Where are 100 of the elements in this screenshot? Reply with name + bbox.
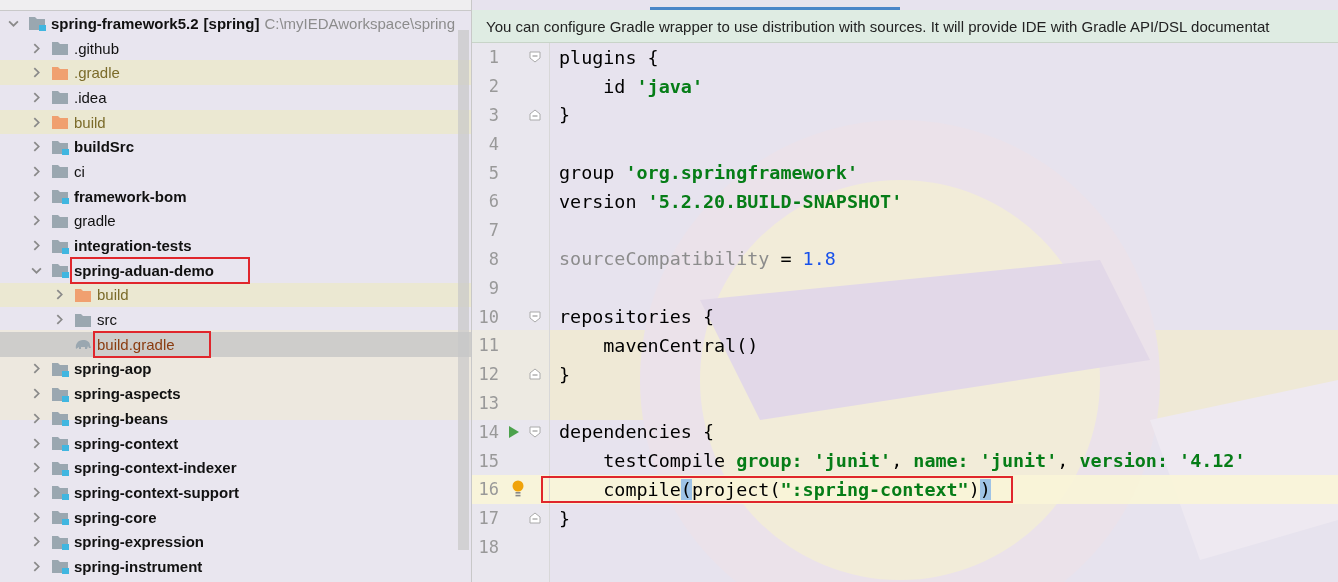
tree-item[interactable]: build.gradle	[0, 331, 471, 357]
scrollbar[interactable]	[458, 30, 469, 550]
item-label: build.gradle	[97, 335, 175, 353]
tree-item[interactable]: spring-context	[0, 430, 471, 456]
tree-item[interactable]: spring-context-support	[0, 480, 471, 505]
item-label: src	[97, 311, 117, 329]
fold-icon[interactable]	[529, 310, 541, 323]
tree-item[interactable]: spring-aduan-demo	[0, 257, 471, 283]
tree-item[interactable]: spring-framework5.2 [spring] C:\myIEDAworkspace\spring	[0, 11, 471, 36]
item-label: spring-aspects	[74, 385, 181, 403]
chevron-right-icon[interactable]	[31, 511, 42, 523]
fold-icon[interactable]	[529, 425, 541, 438]
fold-icon[interactable]	[529, 109, 541, 121]
line-number: 15	[477, 450, 499, 471]
line-number: 1	[487, 47, 499, 68]
module-folder-icon	[51, 262, 69, 279]
tree-item[interactable]: .gradle	[0, 60, 471, 86]
tree-item[interactable]: framework-bom	[0, 183, 471, 209]
module-folder-icon	[51, 484, 69, 501]
run-icon[interactable]	[508, 424, 520, 439]
code-line: version '5.2.20.BUILD-SNAPSHOT'	[559, 190, 903, 212]
item-label: spring-aduan-demo	[74, 261, 214, 279]
chevron-right-icon[interactable]	[31, 91, 42, 103]
line-number: 17	[477, 508, 499, 529]
fold-icon[interactable]	[529, 368, 541, 381]
chevron-right-icon[interactable]	[31, 388, 42, 400]
folder-icon	[51, 64, 69, 81]
item-label: framework-bom	[74, 187, 187, 205]
code-line: testCompile group: 'junit', name: 'junit', version: '4.12'	[602, 450, 1246, 472]
item-label: spring-framework5.2	[51, 14, 199, 32]
chevron-right-icon[interactable]	[31, 165, 42, 177]
line-number: 5	[487, 162, 499, 183]
module-folder-icon	[51, 410, 69, 427]
chevron-right-icon[interactable]	[31, 462, 42, 474]
line-number: 12	[477, 364, 499, 385]
chevron-right-icon[interactable]	[31, 486, 42, 498]
line-number: 7	[487, 220, 499, 241]
folder-icon	[51, 89, 69, 106]
chevron-right-icon[interactable]	[31, 240, 42, 252]
tree-item[interactable]: spring-context-indexer	[0, 455, 471, 481]
item-label: .idea	[74, 88, 107, 106]
item-label: build	[97, 286, 129, 304]
banner-text: You can configure Gradle wrapper to use distribution with sources. It will provide IDE with Gradle API/DSL documentat	[486, 17, 1270, 35]
fold-icon[interactable]	[529, 51, 541, 64]
line-number: 3	[487, 105, 499, 125]
line-number: 11	[477, 335, 499, 356]
code-line: plugins {	[559, 46, 659, 68]
chevron-right-icon[interactable]	[31, 141, 42, 153]
chevron-right-icon[interactable]	[54, 289, 65, 301]
chevron-right-icon[interactable]	[31, 437, 42, 449]
tree-item[interactable]: spring-expression	[0, 529, 471, 555]
folder-icon	[51, 163, 69, 180]
code-line: sourceCompatibility = 1.8	[559, 248, 836, 270]
tree-item[interactable]: spring-beans	[0, 406, 471, 431]
tree-item[interactable]: spring-instrument	[0, 554, 471, 579]
chevron-right-icon[interactable]	[54, 314, 65, 326]
tree-item[interactable]: .idea	[0, 85, 471, 110]
item-label: spring-context	[74, 434, 179, 452]
chevron-right-icon[interactable]	[31, 116, 42, 128]
line-number: 14	[477, 421, 499, 442]
line-number: 10	[477, 306, 499, 327]
code-line: }	[559, 104, 571, 126]
chevron-right-icon[interactable]	[31, 190, 42, 202]
tree-item[interactable]: integration-tests	[0, 233, 471, 258]
code-line: }	[559, 363, 571, 385]
code-line: mavenCentral()	[602, 334, 759, 356]
chevron-right-icon[interactable]	[31, 42, 42, 54]
line-number: 13	[477, 392, 499, 413]
item-label: spring-beans	[74, 409, 169, 427]
line-number: 4	[487, 133, 499, 154]
chevron-right-icon[interactable]	[31, 215, 42, 227]
chevron-right-icon[interactable]	[31, 536, 42, 548]
code-line: }	[559, 507, 571, 529]
module-name: [spring]	[203, 14, 260, 32]
chevron-right-icon[interactable]	[31, 67, 42, 79]
module-folder-icon	[28, 15, 46, 32]
line-number: 6	[487, 191, 499, 212]
line-number: 18	[477, 536, 499, 557]
item-label: spring-core	[74, 508, 157, 526]
module-folder-icon	[51, 188, 69, 205]
tree-item[interactable]: .github	[0, 35, 471, 61]
tree-item[interactable]: gradle	[0, 208, 471, 234]
chevron-right-icon[interactable]	[31, 560, 42, 572]
chevron-right-icon[interactable]	[31, 412, 42, 424]
tree-item[interactable]: spring-aop	[0, 356, 471, 382]
item-label: spring-expression	[74, 533, 205, 551]
tree-item[interactable]: buildSrc	[0, 134, 471, 160]
item-label: .github	[74, 39, 120, 57]
tree-item[interactable]: spring-aspects	[0, 381, 471, 406]
line-number: 8	[487, 248, 499, 269]
code-line: repositories {	[559, 306, 714, 328]
lightbulb-icon[interactable]	[512, 480, 524, 499]
tree-item[interactable]: spring-core	[0, 504, 471, 530]
fold-icon[interactable]	[529, 512, 541, 525]
item-label: gradle	[74, 212, 116, 230]
tree-item[interactable]: ci	[0, 159, 471, 184]
item-label: spring-instrument	[74, 557, 203, 575]
tree-item[interactable]: src	[0, 307, 471, 332]
item-label: build	[74, 113, 106, 131]
chevron-right-icon[interactable]	[31, 363, 42, 375]
